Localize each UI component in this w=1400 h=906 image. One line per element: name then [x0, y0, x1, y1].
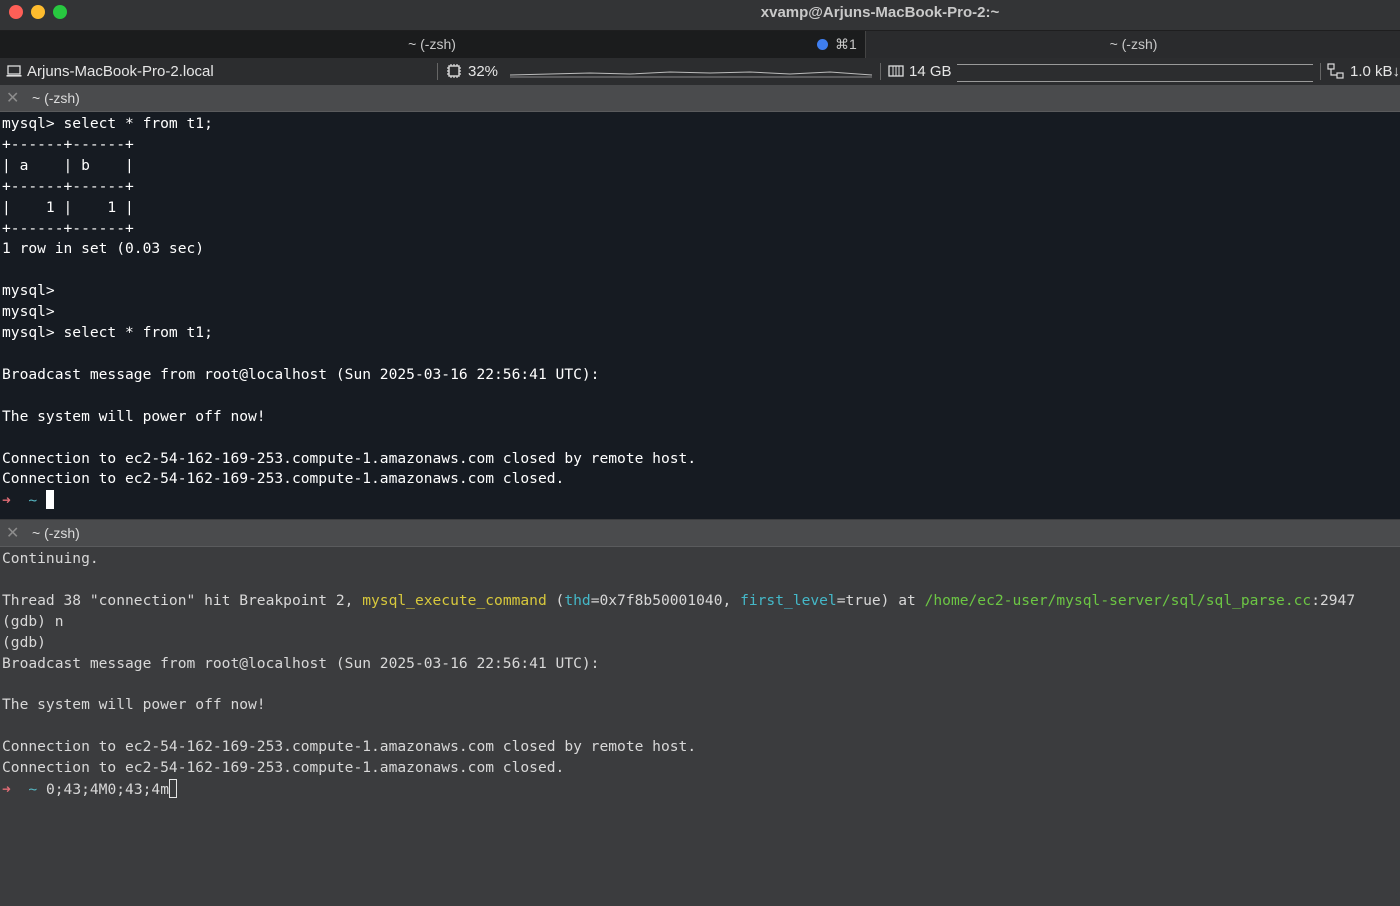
memory-icon [888, 58, 904, 85]
breakpoint-arg1-value: =0x7f8b50001040, [590, 591, 741, 609]
prompt-dir: ~ [28, 492, 38, 510]
tab-bar: ~ (-zsh) ⌘1 ~ (-zsh) [0, 31, 1400, 58]
output-line: Connection to ec2-54-162-169-253.compute… [2, 470, 565, 488]
status-divider [880, 63, 881, 80]
memory-usage: 14 GB [909, 63, 952, 80]
close-pane-icon[interactable]: ✕ [6, 523, 19, 543]
output-line: Connection to ec2-54-162-169-253.compute… [2, 449, 697, 467]
output-line: | 1 | 1 | [2, 198, 134, 216]
network-icon [1327, 58, 1345, 85]
status-divider [437, 63, 438, 80]
output-line: Connection to ec2-54-162-169-253.compute… [2, 738, 697, 756]
terminal-pane-2[interactable]: Continuing. Thread 38 "connection" hit B… [0, 547, 1400, 906]
pane-1-header[interactable]: ✕ ~ (-zsh) [0, 85, 1400, 112]
window-title: xvamp@Arjuns-MacBook-Pro-2:~ [760, 4, 1000, 21]
pane-2-header[interactable]: ✕ ~ (-zsh) [0, 520, 1400, 547]
output-line: Broadcast message from root@localhost (S… [2, 365, 600, 383]
activity-dot-icon [817, 39, 828, 50]
tab-1[interactable]: ~ (-zsh) [0, 31, 864, 58]
terminal-output: mysql> select * from t1; +------+------+… [0, 112, 1400, 512]
prompt-arrow-icon: ➜ [2, 780, 11, 798]
output-line: mysql> [2, 282, 55, 300]
laptop-icon [6, 58, 22, 85]
output-line: Broadcast message from root@localhost (S… [2, 654, 600, 672]
breakpoint-arg2-value: =true) at [836, 591, 925, 609]
terminal-pane-1[interactable]: mysql> select * from t1; +------+------+… [0, 112, 1400, 519]
breakpoint-prefix: Thread 38 "connection" hit Breakpoint 2, [2, 591, 363, 609]
hostname: Arjuns-MacBook-Pro-2.local [27, 63, 214, 80]
text-cursor [45, 490, 54, 510]
breakpoint-function: mysql_execute_command [362, 591, 547, 609]
network-rate: 1.0 kB↓ [1350, 63, 1400, 80]
cpu-icon [446, 58, 462, 85]
tab-2[interactable]: ~ (-zsh) [865, 31, 1400, 58]
terminal-output: Continuing. Thread 38 "connection" hit B… [2, 550, 1356, 798]
output-line: 1 row in set (0.03 sec) [2, 240, 205, 258]
output-line: (gdb) [2, 633, 46, 651]
output-line: mysql> [2, 303, 55, 321]
status-bar: Arjuns-MacBook-Pro-2.local 32% 14 GB 1.0… [0, 58, 1400, 85]
pane-2-title: ~ (-zsh) [32, 525, 80, 541]
cpu-usage: 32% [468, 63, 499, 80]
cpu-sparkline [510, 71, 872, 78]
tab-1-shortcut: ⌘1 [835, 36, 857, 52]
pane-1-title: ~ (-zsh) [32, 90, 80, 106]
prompt-arrow-icon: ➜ [2, 492, 11, 510]
breakpoint-line: :2947 [1311, 591, 1356, 609]
output-line: +------+------+ [2, 135, 134, 153]
output-line: (gdb) n [2, 612, 64, 630]
status-divider [1320, 63, 1321, 80]
output-line: +------+------+ [2, 177, 134, 195]
output-line: Connection to ec2-54-162-169-253.compute… [2, 759, 565, 777]
prompt-dir: ~ [28, 780, 38, 798]
close-pane-icon[interactable]: ✕ [6, 88, 19, 108]
breakpoint-arg1-name: thd [564, 591, 591, 609]
output-line: | a | b | [2, 156, 134, 174]
output-line: The system will power off now! [2, 696, 266, 714]
output-line: mysql> select * from t1; [2, 115, 213, 132]
output-line: +------+------+ [2, 219, 134, 237]
output-line: mysql> select * from t1; [2, 324, 213, 342]
output-line: The system will power off now! [2, 407, 266, 425]
prompt-input[interactable]: 0;43;4M0;43;4m [46, 781, 169, 798]
memory-graph [957, 64, 1313, 82]
tab-1-label: ~ (-zsh) [408, 36, 456, 52]
text-cursor [168, 778, 177, 798]
breakpoint-arg2-name: first_level [740, 591, 837, 609]
breakpoint-file: /home/ec2-user/mysql-server/sql/sql_pars… [924, 591, 1312, 609]
output-line: Continuing. [2, 550, 99, 567]
title-bar: xvamp@Arjuns-MacBook-Pro-2:~ [0, 0, 1400, 31]
tab-2-label: ~ (-zsh) [1109, 36, 1158, 52]
